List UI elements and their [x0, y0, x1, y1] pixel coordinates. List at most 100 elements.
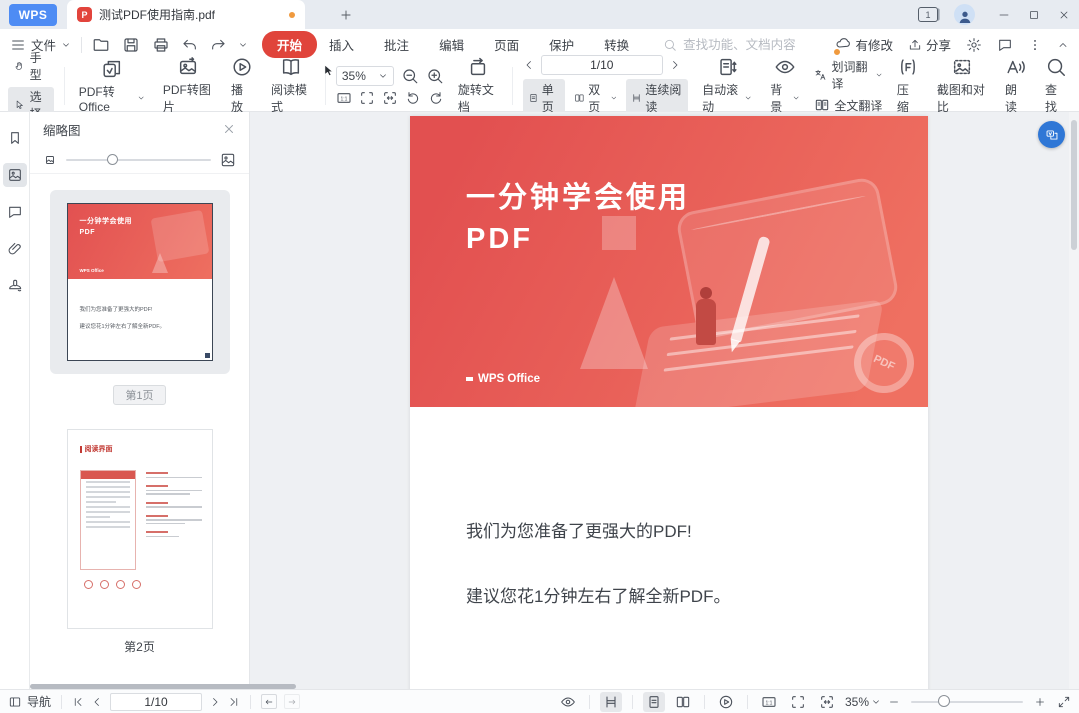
- collapse-ribbon-icon[interactable]: [1057, 39, 1069, 51]
- tab-insert[interactable]: 插入: [329, 35, 354, 54]
- redo-icon[interactable]: [210, 37, 226, 53]
- vertical-scrollbar-thumb[interactable]: [1071, 120, 1077, 250]
- signature-panel-button[interactable]: [3, 274, 27, 298]
- thumbnail-panel: 缩略图 一分钟学会使用 PDF WPS Office 我们: [30, 112, 250, 689]
- next-page-icon[interactable]: [209, 696, 221, 708]
- double-page-mode-button[interactable]: 双页: [569, 79, 622, 117]
- tab-convert[interactable]: 转换: [604, 35, 629, 54]
- navigation-toggle-button[interactable]: 导航: [8, 693, 51, 710]
- thumbnails-panel-button[interactable]: [3, 163, 27, 187]
- sync-status[interactable]: 有修改: [835, 35, 893, 54]
- pdf-to-office-button[interactable]: PDF转Office: [75, 58, 149, 114]
- previous-page-icon[interactable]: [91, 696, 103, 708]
- maximize-button[interactable]: [1019, 0, 1049, 29]
- actual-size-icon[interactable]: 1:1: [336, 90, 352, 106]
- window-switcher-badge[interactable]: 1: [918, 7, 938, 22]
- search-box[interactable]: [663, 38, 835, 52]
- fullscreen-icon[interactable]: [1057, 695, 1071, 709]
- compress-label: 压缩: [897, 81, 919, 115]
- word-translate-button[interactable]: 划词翻译: [814, 58, 882, 92]
- thumbnail-list[interactable]: 一分钟学会使用 PDF WPS Office 我们为您准备了更强大的PDF! 建…: [30, 174, 249, 689]
- background-toggle-button[interactable]: [557, 692, 579, 712]
- horizontal-scrollbar-thumb[interactable]: [30, 684, 296, 689]
- screenshot-compare-button[interactable]: 截图和对比: [933, 56, 991, 115]
- first-page-icon[interactable]: [72, 696, 84, 708]
- comments-panel-button[interactable]: [3, 200, 27, 224]
- full-translate-button[interactable]: 全文翻译: [814, 97, 882, 114]
- user-avatar[interactable]: [954, 4, 975, 25]
- tab-protect[interactable]: 保护: [549, 35, 574, 54]
- zoom-out-minus-icon[interactable]: [888, 696, 900, 708]
- read-mode-button[interactable]: 阅读模式: [267, 56, 315, 115]
- statusbar-page-input[interactable]: [110, 693, 202, 711]
- document-viewport[interactable]: PDF 一分钟学会使用 PDF WPS Office 我们为您准备了更强大的PD…: [250, 112, 1079, 689]
- share-button[interactable]: 分享: [908, 35, 951, 54]
- continuous-read-toggle[interactable]: [600, 692, 622, 712]
- feedback-icon[interactable]: [997, 37, 1013, 53]
- view-back-button[interactable]: [261, 694, 277, 709]
- undo-icon[interactable]: [182, 37, 198, 53]
- double-page-toggle[interactable]: [672, 692, 694, 712]
- thumbnail-page-1[interactable]: 一分钟学会使用 PDF WPS Office 我们为您准备了更强大的PDF! 建…: [50, 190, 230, 374]
- tab-annotate[interactable]: 批注: [384, 35, 409, 54]
- zoom-in-plus-icon[interactable]: [1034, 696, 1046, 708]
- rotate-right-icon[interactable]: [428, 90, 444, 106]
- fit-page-icon[interactable]: [359, 90, 375, 106]
- slider-knob[interactable]: [107, 154, 118, 165]
- pdf-to-image-button[interactable]: PDF转图片: [159, 56, 217, 115]
- print-icon[interactable]: [152, 36, 170, 54]
- fit-width-icon[interactable]: [382, 90, 398, 106]
- continuous-read-button[interactable]: 连续阅读: [626, 79, 688, 117]
- open-file-icon[interactable]: [92, 36, 110, 54]
- actual-size-button[interactable]: 1:1: [758, 692, 780, 712]
- play-slideshow-button[interactable]: [715, 692, 737, 712]
- thumbnail-page-2[interactable]: 阅读界面: [67, 405, 213, 655]
- hand-tool-button[interactable]: 手型: [8, 48, 54, 84]
- search-input[interactable]: [683, 38, 833, 52]
- floating-tool-button[interactable]: [1038, 121, 1065, 148]
- thumbnail-size-slider[interactable]: [30, 146, 249, 174]
- rotate-document-button[interactable]: 旋转文档: [454, 56, 502, 115]
- play-button[interactable]: 播放: [227, 56, 257, 115]
- close-panel-icon[interactable]: [222, 122, 236, 136]
- fit-page-button[interactable]: [787, 692, 809, 712]
- find-button[interactable]: 查找: [1041, 56, 1071, 115]
- zoom-in-icon[interactable]: [426, 67, 444, 85]
- zoom-slider-knob[interactable]: [938, 695, 950, 707]
- attachments-panel-button[interactable]: [3, 237, 27, 261]
- slider-track[interactable]: [66, 159, 211, 161]
- new-tab-button[interactable]: [339, 8, 353, 22]
- single-page-mode-button[interactable]: 单页: [523, 79, 566, 117]
- save-icon[interactable]: [122, 36, 140, 54]
- view-forward-button[interactable]: [284, 694, 300, 709]
- settings-gear-icon[interactable]: [966, 37, 982, 53]
- page-indicator-input[interactable]: [541, 55, 663, 75]
- double-page-icon: [574, 91, 585, 105]
- compress-button[interactable]: 压缩: [893, 56, 923, 115]
- close-window-button[interactable]: [1049, 0, 1079, 29]
- background-button[interactable]: 背景: [766, 56, 804, 115]
- zoom-slider[interactable]: [911, 701, 1023, 703]
- vertical-scrollbar[interactable]: [1069, 112, 1079, 689]
- auto-scroll-button[interactable]: 自动滚动: [698, 56, 756, 115]
- single-page-toggle[interactable]: [643, 692, 665, 712]
- bookmarks-panel-button[interactable]: [3, 126, 27, 150]
- previous-page-icon[interactable]: [523, 59, 535, 71]
- document-tab[interactable]: P 测试PDF使用指南.pdf: [67, 0, 305, 29]
- open-book-icon: [280, 56, 302, 78]
- rotate-left-icon[interactable]: [405, 90, 421, 106]
- minimize-button[interactable]: [989, 0, 1019, 29]
- quick-access-dropdown-icon[interactable]: [238, 40, 248, 50]
- zoom-out-icon[interactable]: [401, 67, 419, 85]
- statusbar-zoom-select[interactable]: 35%: [845, 695, 881, 709]
- next-page-icon[interactable]: [669, 59, 681, 71]
- tab-edit[interactable]: 编辑: [439, 35, 464, 54]
- tab-page[interactable]: 页面: [494, 35, 519, 54]
- zoom-level-select[interactable]: 35%: [336, 66, 394, 86]
- fit-width-button[interactable]: [816, 692, 838, 712]
- last-page-icon[interactable]: [228, 696, 240, 708]
- more-options-icon[interactable]: [1028, 38, 1042, 52]
- read-aloud-button[interactable]: 朗读: [1001, 56, 1031, 115]
- tab-start[interactable]: 开始: [262, 31, 317, 58]
- wps-home-button[interactable]: WPS: [9, 4, 57, 26]
